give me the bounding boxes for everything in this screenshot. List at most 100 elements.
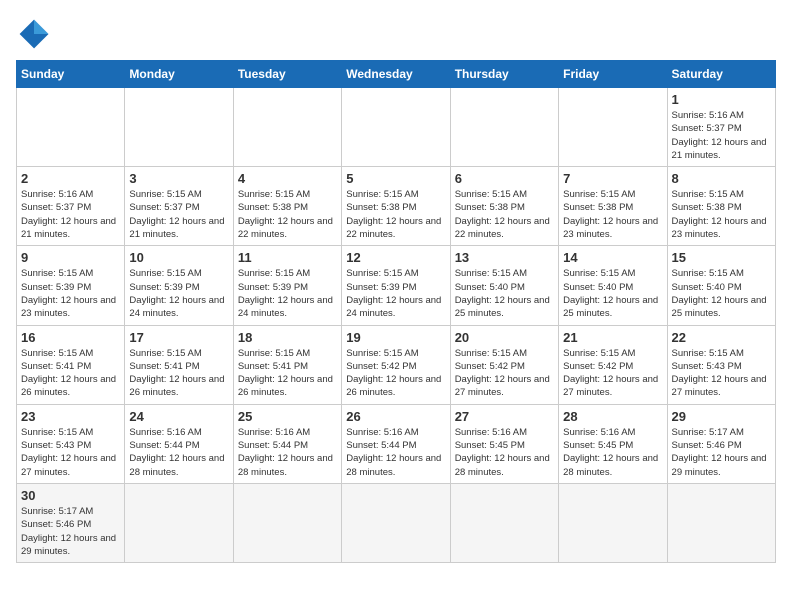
calendar-day-cell: 14 Sunrise: 5:15 AM Sunset: 5:40 PM Dayli… bbox=[559, 246, 667, 325]
day-info: Sunrise: 5:16 AM Sunset: 5:37 PM Dayligh… bbox=[672, 109, 771, 162]
day-number: 23 bbox=[21, 409, 120, 424]
day-of-week-header: Tuesday bbox=[233, 61, 341, 88]
day-info: Sunrise: 5:15 AM Sunset: 5:39 PM Dayligh… bbox=[129, 267, 228, 320]
day-of-week-header: Monday bbox=[125, 61, 233, 88]
day-info: Sunrise: 5:15 AM Sunset: 5:43 PM Dayligh… bbox=[21, 426, 120, 479]
day-number: 4 bbox=[238, 171, 337, 186]
day-number: 15 bbox=[672, 250, 771, 265]
day-number: 8 bbox=[672, 171, 771, 186]
day-info: Sunrise: 5:16 AM Sunset: 5:45 PM Dayligh… bbox=[563, 426, 662, 479]
day-number: 17 bbox=[129, 330, 228, 345]
calendar-day-cell: 22 Sunrise: 5:15 AM Sunset: 5:43 PM Dayli… bbox=[667, 325, 775, 404]
calendar-week-row: 1 Sunrise: 5:16 AM Sunset: 5:37 PM Daylig… bbox=[17, 88, 776, 167]
day-of-week-header: Saturday bbox=[667, 61, 775, 88]
calendar-day-cell: 24Sunrise: 5:16 AM Sunset: 5:44 PM Dayli… bbox=[125, 404, 233, 483]
calendar-day-cell: 29Sunrise: 5:17 AM Sunset: 5:46 PM Dayli… bbox=[667, 404, 775, 483]
calendar-day-cell: 11 Sunrise: 5:15 AM Sunset: 5:39 PM Dayli… bbox=[233, 246, 341, 325]
day-info: Sunrise: 5:15 AM Sunset: 5:40 PM Dayligh… bbox=[672, 267, 771, 320]
calendar-day-cell bbox=[233, 88, 341, 167]
day-of-week-header: Wednesday bbox=[342, 61, 450, 88]
calendar-day-cell: 16Sunrise: 5:15 AM Sunset: 5:41 PM Dayli… bbox=[17, 325, 125, 404]
calendar-day-cell: 26 Sunrise: 5:16 AM Sunset: 5:44 PM Dayli… bbox=[342, 404, 450, 483]
day-info: Sunrise: 5:16 AM Sunset: 5:45 PM Dayligh… bbox=[455, 426, 554, 479]
day-info: Sunrise: 5:16 AM Sunset: 5:44 PM Dayligh… bbox=[346, 426, 445, 479]
calendar-day-cell: 12Sunrise: 5:15 AM Sunset: 5:39 PM Dayli… bbox=[342, 246, 450, 325]
calendar-header-row: SundayMondayTuesdayWednesdayThursdayFrid… bbox=[17, 61, 776, 88]
day-info: Sunrise: 5:15 AM Sunset: 5:38 PM Dayligh… bbox=[346, 188, 445, 241]
day-number: 6 bbox=[455, 171, 554, 186]
day-number: 14 bbox=[563, 250, 662, 265]
day-info: Sunrise: 5:15 AM Sunset: 5:41 PM Dayligh… bbox=[129, 347, 228, 400]
day-info: Sunrise: 5:15 AM Sunset: 5:38 PM Dayligh… bbox=[238, 188, 337, 241]
calendar-day-cell bbox=[342, 88, 450, 167]
calendar-day-cell: 3 Sunrise: 5:15 AM Sunset: 5:37 PM Daylig… bbox=[125, 167, 233, 246]
calendar-day-cell: 8 Sunrise: 5:15 AM Sunset: 5:38 PM Daylig… bbox=[667, 167, 775, 246]
day-number: 22 bbox=[672, 330, 771, 345]
calendar-day-cell bbox=[667, 483, 775, 562]
calendar-day-cell: 15 Sunrise: 5:15 AM Sunset: 5:40 PM Dayli… bbox=[667, 246, 775, 325]
day-info: Sunrise: 5:15 AM Sunset: 5:43 PM Dayligh… bbox=[672, 347, 771, 400]
day-number: 2 bbox=[21, 171, 120, 186]
calendar-week-row: 30 Sunrise: 5:17 AM Sunset: 5:46 PM Dayli… bbox=[17, 483, 776, 562]
calendar-table: SundayMondayTuesdayWednesdayThursdayFrid… bbox=[16, 60, 776, 563]
day-info: Sunrise: 5:15 AM Sunset: 5:42 PM Dayligh… bbox=[346, 347, 445, 400]
day-info: Sunrise: 5:16 AM Sunset: 5:44 PM Dayligh… bbox=[238, 426, 337, 479]
day-number: 25 bbox=[238, 409, 337, 424]
calendar-day-cell bbox=[233, 483, 341, 562]
day-number: 21 bbox=[563, 330, 662, 345]
calendar-day-cell: 4 Sunrise: 5:15 AM Sunset: 5:38 PM Daylig… bbox=[233, 167, 341, 246]
day-number: 1 bbox=[672, 92, 771, 107]
calendar-day-cell: 23 Sunrise: 5:15 AM Sunset: 5:43 PM Dayli… bbox=[17, 404, 125, 483]
day-number: 5 bbox=[346, 171, 445, 186]
calendar-day-cell: 18 Sunrise: 5:15 AM Sunset: 5:41 PM Dayli… bbox=[233, 325, 341, 404]
calendar-day-cell: 5 Sunrise: 5:15 AM Sunset: 5:38 PM Daylig… bbox=[342, 167, 450, 246]
day-info: Sunrise: 5:15 AM Sunset: 5:37 PM Dayligh… bbox=[129, 188, 228, 241]
calendar-week-row: 16Sunrise: 5:15 AM Sunset: 5:41 PM Dayli… bbox=[17, 325, 776, 404]
calendar-day-cell: 7Sunrise: 5:15 AM Sunset: 5:38 PM Daylig… bbox=[559, 167, 667, 246]
day-of-week-header: Friday bbox=[559, 61, 667, 88]
calendar-week-row: 23 Sunrise: 5:15 AM Sunset: 5:43 PM Dayli… bbox=[17, 404, 776, 483]
day-info: Sunrise: 5:15 AM Sunset: 5:40 PM Dayligh… bbox=[563, 267, 662, 320]
calendar-day-cell bbox=[342, 483, 450, 562]
calendar-day-cell: 1 Sunrise: 5:16 AM Sunset: 5:37 PM Daylig… bbox=[667, 88, 775, 167]
calendar-day-cell: 10 Sunrise: 5:15 AM Sunset: 5:39 PM Dayli… bbox=[125, 246, 233, 325]
calendar-day-cell: 17 Sunrise: 5:15 AM Sunset: 5:41 PM Dayli… bbox=[125, 325, 233, 404]
day-number: 10 bbox=[129, 250, 228, 265]
calendar-day-cell: 21 Sunrise: 5:15 AM Sunset: 5:42 PM Dayli… bbox=[559, 325, 667, 404]
day-info: Sunrise: 5:15 AM Sunset: 5:41 PM Dayligh… bbox=[238, 347, 337, 400]
day-info: Sunrise: 5:15 AM Sunset: 5:39 PM Dayligh… bbox=[21, 267, 120, 320]
calendar-day-cell: 2Sunrise: 5:16 AM Sunset: 5:37 PM Daylig… bbox=[17, 167, 125, 246]
day-info: Sunrise: 5:15 AM Sunset: 5:38 PM Dayligh… bbox=[455, 188, 554, 241]
day-info: Sunrise: 5:15 AM Sunset: 5:39 PM Dayligh… bbox=[346, 267, 445, 320]
logo bbox=[16, 16, 58, 52]
calendar-day-cell: 9Sunrise: 5:15 AM Sunset: 5:39 PM Daylig… bbox=[17, 246, 125, 325]
calendar-week-row: 2Sunrise: 5:16 AM Sunset: 5:37 PM Daylig… bbox=[17, 167, 776, 246]
day-number: 13 bbox=[455, 250, 554, 265]
calendar-day-cell bbox=[559, 88, 667, 167]
calendar-day-cell bbox=[559, 483, 667, 562]
calendar-day-cell bbox=[450, 483, 558, 562]
day-info: Sunrise: 5:15 AM Sunset: 5:42 PM Dayligh… bbox=[563, 347, 662, 400]
calendar-day-cell bbox=[17, 88, 125, 167]
logo-icon bbox=[16, 16, 52, 52]
day-info: Sunrise: 5:15 AM Sunset: 5:39 PM Dayligh… bbox=[238, 267, 337, 320]
day-number: 18 bbox=[238, 330, 337, 345]
day-number: 3 bbox=[129, 171, 228, 186]
calendar-week-row: 9Sunrise: 5:15 AM Sunset: 5:39 PM Daylig… bbox=[17, 246, 776, 325]
day-info: Sunrise: 5:15 AM Sunset: 5:38 PM Dayligh… bbox=[672, 188, 771, 241]
calendar-day-cell bbox=[125, 483, 233, 562]
day-info: Sunrise: 5:15 AM Sunset: 5:42 PM Dayligh… bbox=[455, 347, 554, 400]
day-info: Sunrise: 5:17 AM Sunset: 5:46 PM Dayligh… bbox=[21, 505, 120, 558]
day-number: 30 bbox=[21, 488, 120, 503]
day-of-week-header: Sunday bbox=[17, 61, 125, 88]
day-number: 11 bbox=[238, 250, 337, 265]
day-number: 20 bbox=[455, 330, 554, 345]
calendar-day-cell: 30 Sunrise: 5:17 AM Sunset: 5:46 PM Dayli… bbox=[17, 483, 125, 562]
day-number: 19 bbox=[346, 330, 445, 345]
day-number: 27 bbox=[455, 409, 554, 424]
calendar-day-cell bbox=[450, 88, 558, 167]
calendar-day-cell bbox=[125, 88, 233, 167]
day-number: 26 bbox=[346, 409, 445, 424]
calendar-day-cell: 25 Sunrise: 5:16 AM Sunset: 5:44 PM Dayli… bbox=[233, 404, 341, 483]
day-number: 29 bbox=[672, 409, 771, 424]
